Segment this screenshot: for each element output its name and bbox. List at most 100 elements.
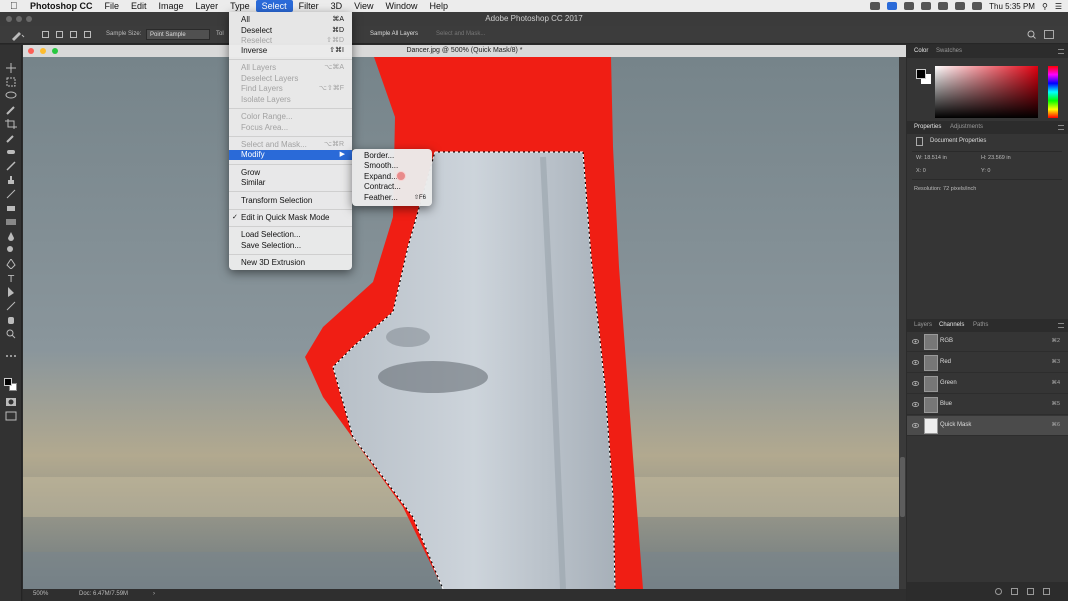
subtract-selection-icon[interactable] xyxy=(70,31,77,38)
submenu-item-smooth[interactable]: Smooth... xyxy=(352,161,432,171)
healing-brush-tool-icon[interactable] xyxy=(5,147,17,157)
menu-help[interactable]: Help xyxy=(423,0,454,12)
line-tool-icon[interactable] xyxy=(5,301,17,311)
scrollbar-thumb[interactable] xyxy=(900,457,905,517)
menu-window[interactable]: Window xyxy=(379,0,423,12)
menu-file[interactable]: File xyxy=(99,0,126,12)
eyedropper-tool-icon[interactable] xyxy=(5,133,17,143)
zoom-tool-icon[interactable] xyxy=(5,329,17,339)
load-channel-as-selection-icon[interactable] xyxy=(995,588,1002,595)
menu-type[interactable]: Type xyxy=(224,0,256,12)
new-selection-icon[interactable] xyxy=(42,31,49,38)
zoom-level[interactable]: 500% xyxy=(33,591,48,597)
blur-tool-icon[interactable] xyxy=(5,231,17,241)
quick-selection-tool-icon[interactable] xyxy=(5,105,17,115)
swap-colors-icon[interactable] xyxy=(5,365,17,373)
menu-app-name[interactable]: Photoshop CC xyxy=(24,0,99,12)
eraser-tool-icon[interactable] xyxy=(5,203,17,213)
sample-all-layers-checkbox[interactable]: Sample All Layers xyxy=(366,29,422,40)
hue-slider[interactable] xyxy=(1048,66,1058,118)
gradient-tool-icon[interactable] xyxy=(5,217,17,227)
spotlight-icon[interactable]: ⚲ xyxy=(1042,2,1048,11)
dropbox-icon[interactable] xyxy=(887,2,898,10)
dodge-tool-icon[interactable] xyxy=(5,245,17,255)
color-panel-foreground-swatch[interactable] xyxy=(916,69,926,79)
document-tab[interactable]: Dancer.jpg @ 500% (Quick Mask/8) * xyxy=(23,45,906,57)
wifi-icon[interactable] xyxy=(955,2,966,10)
search-icon[interactable] xyxy=(1027,30,1036,39)
move-tool-icon[interactable] xyxy=(5,63,17,73)
menu-filter[interactable]: Filter xyxy=(293,0,325,12)
menu-item-inverse[interactable]: Inverse ⇧⌘I xyxy=(229,46,352,56)
doc-close-button[interactable] xyxy=(28,48,34,54)
lasso-tool-icon[interactable] xyxy=(5,91,17,101)
workspace-switcher-icon[interactable] xyxy=(1044,30,1054,39)
foreground-color-swatch[interactable] xyxy=(4,378,12,386)
add-selection-icon[interactable] xyxy=(56,31,63,38)
marquee-tool-icon[interactable] xyxy=(5,77,17,87)
menu-layer[interactable]: Layer xyxy=(190,0,225,12)
menubar-clock[interactable]: Thu 5:35 PM xyxy=(989,2,1035,11)
menu-item-new-3d-extrusion[interactable]: New 3D Extrusion xyxy=(229,258,352,268)
channel-row-rgb[interactable]: RGB ⌘2 xyxy=(907,332,1068,352)
visibility-eye-icon[interactable] xyxy=(912,360,919,365)
apple-icon[interactable]:  xyxy=(10,1,24,12)
tab-color[interactable]: Color xyxy=(914,48,928,54)
volume-icon[interactable] xyxy=(972,2,983,10)
menu-item-similar[interactable]: Similar xyxy=(229,178,352,188)
pen-tool-icon[interactable] xyxy=(5,258,17,270)
doc-zoom-button[interactable] xyxy=(52,48,58,54)
color-picker-field[interactable] xyxy=(935,66,1038,118)
panel-menu-icon[interactable] xyxy=(1058,49,1064,54)
channel-row-blue[interactable]: Blue ⌘5 xyxy=(907,395,1068,415)
menu-view[interactable]: View xyxy=(348,0,379,12)
visibility-eye-icon[interactable] xyxy=(912,339,919,344)
screen-mode-icon[interactable] xyxy=(5,411,17,421)
submenu-item-feather[interactable]: Feather... ⇧F6 xyxy=(352,193,432,203)
select-and-mask-button[interactable]: Select and Mask... xyxy=(432,29,489,40)
channel-row-red[interactable]: Red ⌘3 xyxy=(907,353,1068,373)
eyedropper-tool-preset-icon[interactable] xyxy=(10,29,26,41)
save-selection-as-channel-icon[interactable] xyxy=(1011,588,1018,595)
quick-mask-mode-icon[interactable] xyxy=(5,397,17,407)
status-icon-1[interactable] xyxy=(870,2,881,10)
intersect-selection-icon[interactable] xyxy=(84,31,91,38)
brush-tool-icon[interactable] xyxy=(5,161,17,171)
menu-image[interactable]: Image xyxy=(153,0,190,12)
airplay-icon[interactable] xyxy=(938,2,949,10)
menu-edit[interactable]: Edit xyxy=(125,0,153,12)
menu-item-modify[interactable]: Modify ▶ xyxy=(229,150,352,160)
status-icon-4[interactable] xyxy=(921,2,932,10)
menu-item-save-selection[interactable]: Save Selection... xyxy=(229,241,352,251)
visibility-eye-icon[interactable] xyxy=(912,402,919,407)
crop-tool-icon[interactable] xyxy=(5,119,17,129)
delete-channel-icon[interactable] xyxy=(1043,588,1050,595)
new-channel-icon[interactable] xyxy=(1027,588,1034,595)
tab-swatches[interactable]: Swatches xyxy=(936,48,962,54)
status-menu-arrow-icon[interactable]: › xyxy=(153,591,155,597)
visibility-eye-icon[interactable] xyxy=(912,381,919,386)
menu-3d[interactable]: 3D xyxy=(325,0,349,12)
submenu-item-expand[interactable]: Expand... xyxy=(352,172,432,182)
menu-select[interactable]: Select xyxy=(255,0,293,12)
status-icon-3[interactable] xyxy=(904,2,915,10)
visibility-eye-icon[interactable] xyxy=(912,423,919,428)
channel-row-green[interactable]: Green ⌘4 xyxy=(907,374,1068,394)
submenu-item-border[interactable]: Border... xyxy=(352,151,432,161)
menu-item-grow[interactable]: Grow xyxy=(229,168,352,178)
menu-item-edit-in-quick-mask-mode[interactable]: ✓ Edit in Quick Mask Mode xyxy=(229,213,352,223)
notification-center-icon[interactable]: ☰ xyxy=(1055,2,1062,11)
vertical-scrollbar[interactable] xyxy=(899,57,906,589)
doc-size-info[interactable]: Doc: 6.47M/7.59M xyxy=(79,591,128,597)
sample-size-select[interactable]: Point Sample xyxy=(146,29,210,40)
channel-row-quick-mask[interactable]: Quick Mask ⌘6 xyxy=(907,416,1068,436)
menu-item-deselect[interactable]: Deselect ⌘D xyxy=(229,26,352,36)
submenu-item-contract[interactable]: Contract... xyxy=(352,182,432,192)
menu-item-transform-selection[interactable]: Transform Selection xyxy=(229,196,352,206)
image-canvas[interactable] xyxy=(23,57,899,589)
clone-stamp-tool-icon[interactable] xyxy=(5,175,17,185)
menu-item-load-selection[interactable]: Load Selection... xyxy=(229,230,352,240)
type-tool-icon[interactable]: T xyxy=(5,273,17,285)
menu-item-all[interactable]: All ⌘A xyxy=(229,15,352,25)
path-selection-tool-icon[interactable] xyxy=(5,287,17,297)
